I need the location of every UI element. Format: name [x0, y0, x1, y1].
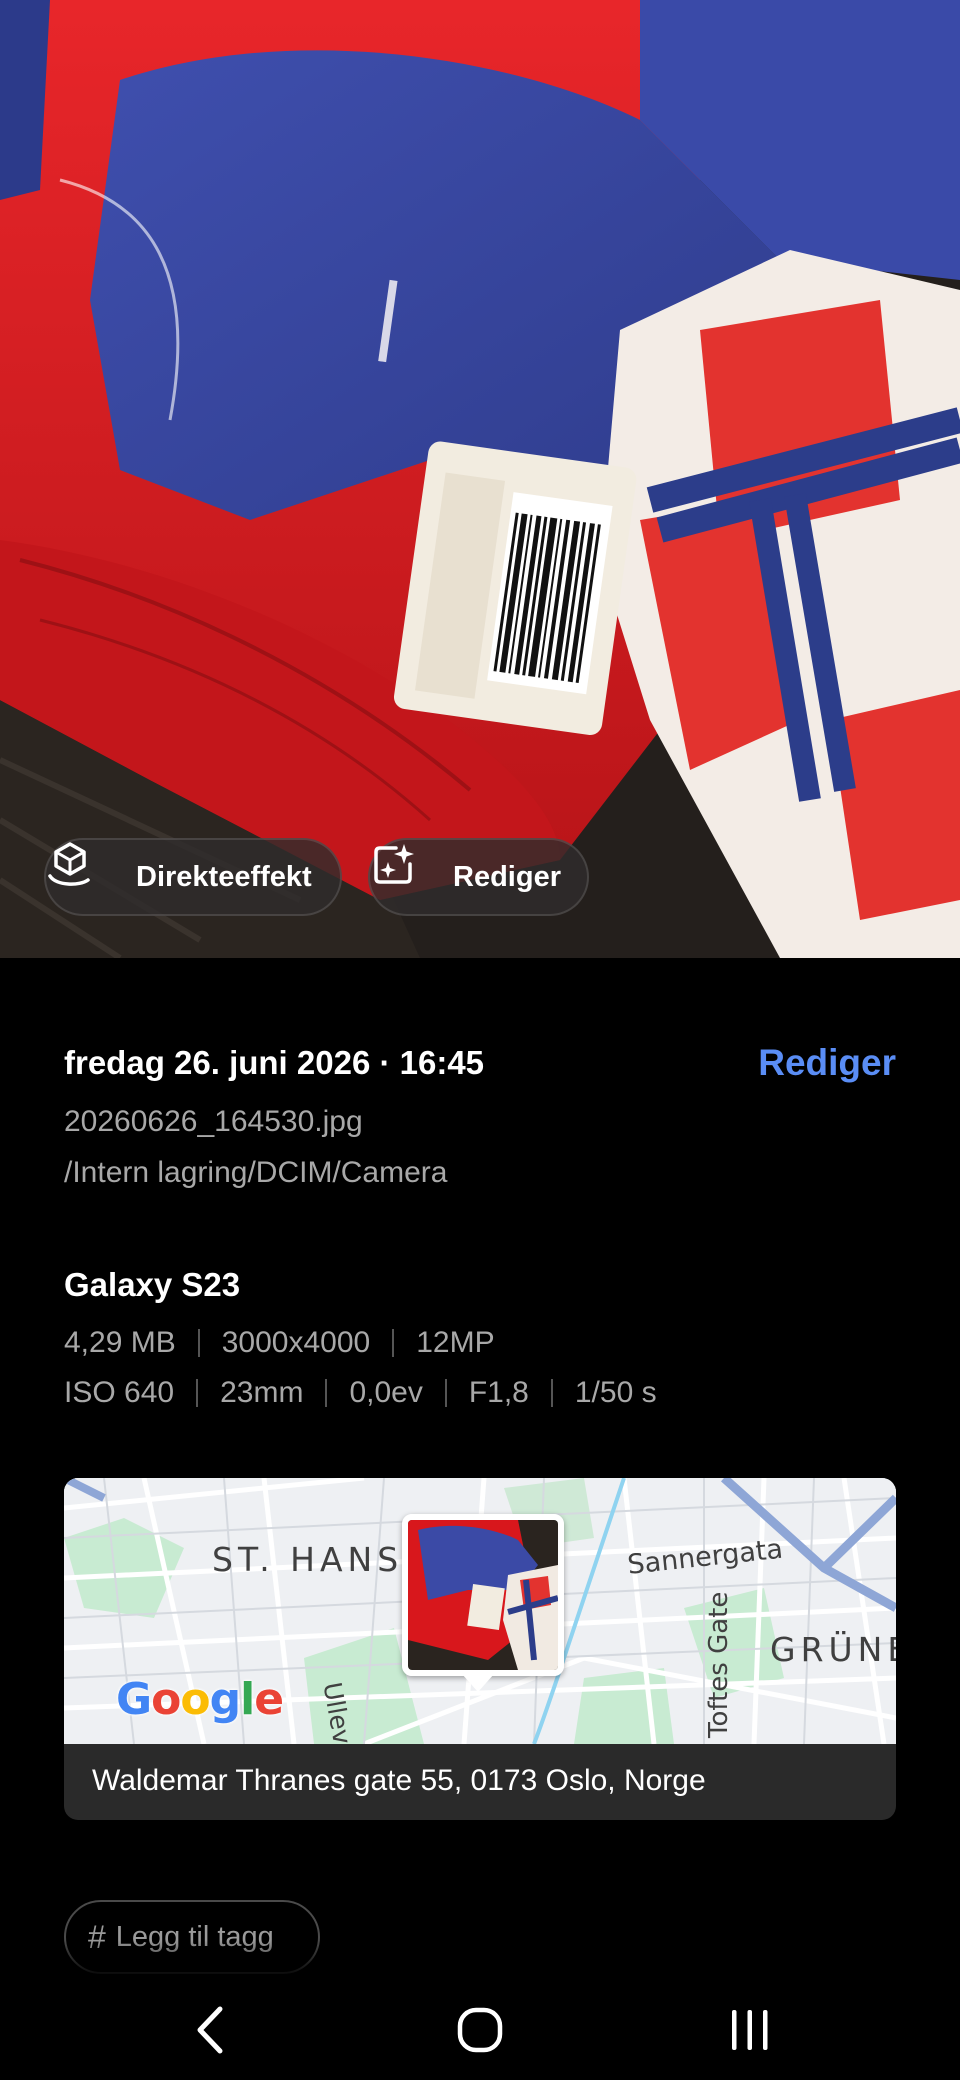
recent-apps-icon — [732, 2010, 768, 2050]
file-path: /Intern lagring/DCIM/Camera — [64, 1156, 448, 1189]
home-button[interactable] — [420, 1980, 540, 2080]
map-pin-pointer — [462, 1674, 494, 1692]
location-map[interactable]: ST. HANS Sannergata GRÜNE Toftes Gate Ul… — [64, 1478, 896, 1744]
map-label-st-hans: ST. HANS — [212, 1540, 404, 1579]
capture-datetime: fredag 26. juni 2026 · 16:45 — [64, 1044, 485, 1081]
file-name: 20260626_164530.jpg — [64, 1105, 363, 1138]
file-info-row: 4,29 MB 3000x4000 12MP — [64, 1326, 495, 1360]
location-address: Waldemar Thranes gate 55, 0173 Oslo, Nor… — [92, 1764, 706, 1797]
aperture: F1,8 — [468, 1376, 529, 1409]
system-navigation-bar — [0, 1980, 960, 2080]
edit-photo-label: Rediger — [453, 860, 561, 893]
focal-length: 23mm — [220, 1376, 304, 1409]
back-button[interactable] — [152, 1980, 272, 2080]
exposure-value: 0,0ev — [349, 1376, 423, 1409]
divider — [444, 1379, 447, 1407]
live-effect-button[interactable]: Direkteeffekt — [44, 838, 342, 916]
edit-photo-button[interactable]: Rediger — [368, 838, 589, 916]
divider — [196, 1379, 199, 1407]
thumbnail-image — [408, 1520, 558, 1670]
iso: ISO 640 — [64, 1376, 175, 1409]
google-logo: Google — [116, 1674, 284, 1725]
recent-apps-button[interactable] — [690, 1980, 810, 2080]
photo-viewer[interactable]: Direkteeffekt Rediger — [0, 0, 960, 958]
scroll-fade — [0, 1940, 960, 1980]
file-size: 4,29 MB — [64, 1326, 176, 1359]
device-name: Galaxy S23 — [64, 1266, 241, 1303]
shutter-speed: 1/50 s — [574, 1376, 657, 1409]
map-label-grunerlokka: GRÜNE — [770, 1630, 896, 1669]
photo-image — [0, 0, 960, 958]
edit-details-link[interactable]: Rediger — [758, 1042, 896, 1084]
home-icon — [457, 2007, 503, 2053]
exif-row: ISO 640 23mm 0,0ev F1,8 1/50 s — [64, 1376, 657, 1410]
cube-hand-icon — [48, 842, 122, 902]
divider — [392, 1329, 395, 1357]
resolution: 3000x4000 — [221, 1326, 371, 1359]
divider — [197, 1329, 200, 1357]
sparkle-edit-icon — [374, 844, 439, 902]
live-effect-label: Direkteeffekt — [136, 860, 312, 893]
location-photo-thumbnail[interactable] — [402, 1514, 564, 1676]
location-card[interactable]: ST. HANS Sannergata GRÜNE Toftes Gate Ul… — [64, 1478, 896, 1820]
map-label-toftes-gate: Toftes Gate — [704, 1591, 734, 1738]
divider — [325, 1379, 328, 1407]
back-chevron-icon — [197, 2006, 223, 2054]
divider — [550, 1379, 553, 1407]
megapixels: 12MP — [416, 1326, 495, 1359]
